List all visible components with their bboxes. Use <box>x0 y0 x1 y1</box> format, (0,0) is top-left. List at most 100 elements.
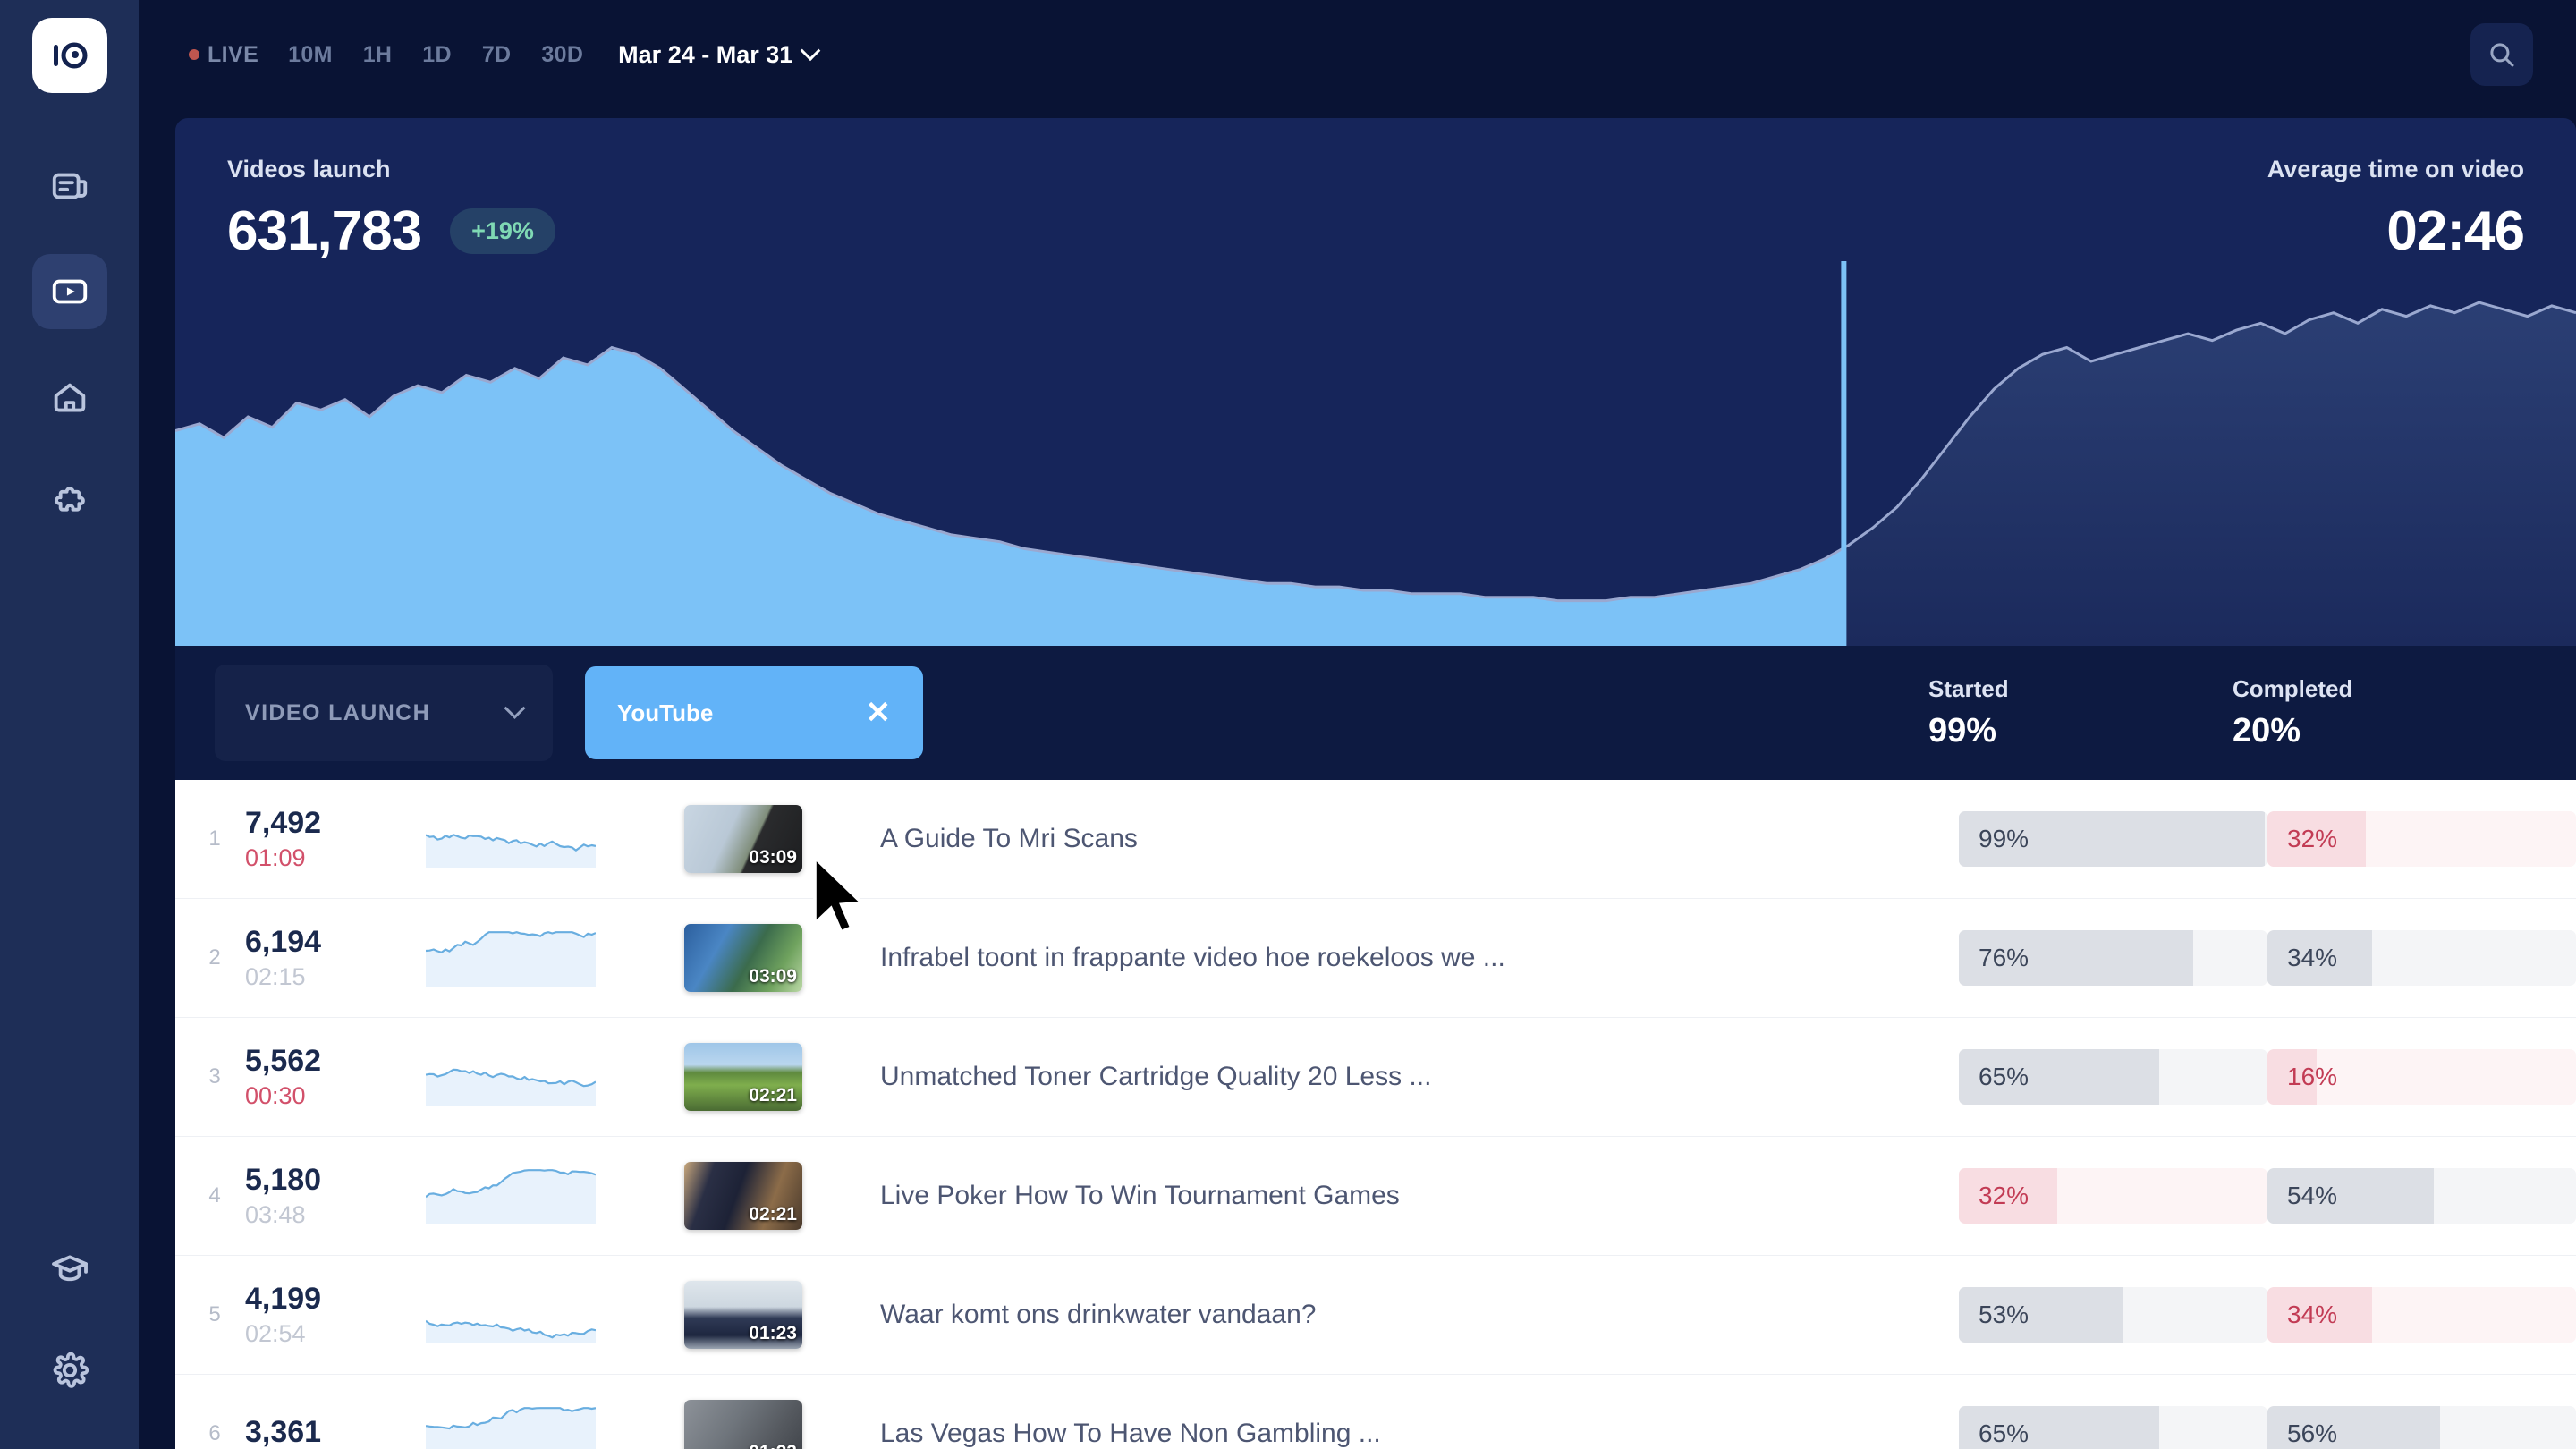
filter-tag-label: YouTube <box>617 699 714 726</box>
top-bar: LIVE 10M 1H 1D 7D 30D Mar 24 - Mar 31 <box>139 0 2576 109</box>
range-button-7d[interactable]: 7D <box>467 37 527 73</box>
row-duration: 03:48 <box>245 1201 306 1228</box>
filter-bar: VIDEO LAUNCH YouTube ✕ Started 99% Compl… <box>175 646 2576 780</box>
range-button-1h[interactable]: 1H <box>348 37 408 73</box>
brand-logo-icon[interactable] <box>31 18 107 93</box>
row-title[interactable]: Waar komt ons drinkwater vandaan? <box>855 1300 1959 1330</box>
sidebar-item-settings[interactable] <box>32 1333 107 1408</box>
stat-value: 631,783 <box>227 200 422 262</box>
sidebar-item-integrations[interactable] <box>32 465 107 540</box>
stat-label: Average time on video <box>2267 156 2524 182</box>
table-row[interactable]: 2 6,194 02:15 03:09 Infrabel toont in frappa… <box>175 899 2576 1018</box>
puzzle-piece-icon <box>54 487 85 512</box>
range-button-1d[interactable]: 1D <box>407 37 467 73</box>
row-started-value: 76% <box>1979 944 2029 971</box>
chevron-down-icon <box>504 697 526 719</box>
summary-started-value: 99% <box>1928 712 1997 750</box>
date-range-picker[interactable]: Mar 24 - Mar 31 <box>618 40 821 69</box>
mouse-cursor <box>813 854 866 935</box>
row-completed-value: 54% <box>2287 1182 2338 1209</box>
sidebar-item-home[interactable] <box>32 360 107 435</box>
thumbnail-duration: 02:21 <box>749 1204 797 1224</box>
row-completed-bar: 56% <box>2267 1406 2576 1449</box>
summary-started-header: Started <box>1928 675 2009 702</box>
live-indicator-dot <box>189 49 199 60</box>
table-row[interactable]: 6 3,361 01:23 Las Vegas How To Have Non Gam… <box>175 1375 2576 1449</box>
sparkline-chart <box>426 834 596 868</box>
sidebar-item-reports[interactable] <box>32 148 107 224</box>
row-sparkline <box>390 929 631 987</box>
row-title[interactable]: A Guide To Mri Scans <box>855 824 1959 854</box>
row-started-bar: 65% <box>1959 1406 2267 1449</box>
row-started-bar: 53% <box>1959 1287 2267 1343</box>
row-started-value: 99% <box>1979 825 2029 852</box>
row-completed-value: 16% <box>2287 1063 2338 1090</box>
video-thumbnail[interactable]: 01:23 <box>684 1281 802 1349</box>
row-title[interactable]: Infrabel toont in frappante video hoe ro… <box>855 943 1959 973</box>
stat-label: Videos launch <box>227 156 391 182</box>
metric-select[interactable]: VIDEO LAUNCH <box>215 665 553 761</box>
video-thumbnail[interactable]: 03:09 <box>684 924 802 992</box>
row-thumbnail-cell[interactable]: 02:21 <box>631 1043 855 1111</box>
row-started-value: 53% <box>1979 1301 2029 1328</box>
row-title[interactable]: Unmatched Toner Cartridge Quality 20 Les… <box>855 1062 1959 1092</box>
row-started-value: 65% <box>1979 1063 2029 1090</box>
row-title[interactable]: Las Vegas How To Have Non Gambling ... <box>855 1419 1959 1449</box>
table-row[interactable]: 1 7,492 01:09 03:09 A Guide To Mri Scans 99% 3… <box>175 780 2576 899</box>
live-label: LIVE <box>208 41 259 67</box>
sparkline-chart <box>426 1068 596 1106</box>
live-button[interactable]: LIVE <box>174 42 273 68</box>
row-thumbnail-cell[interactable]: 01:23 <box>631 1281 855 1349</box>
table-row[interactable]: 5 4,199 02:54 01:23 Waar komt ons drinkwater… <box>175 1256 2576 1375</box>
row-metrics: 6,194 02:15 <box>245 925 390 991</box>
thumbnail-duration: 02:21 <box>749 1085 797 1106</box>
row-completed-bar: 54% <box>2267 1168 2576 1224</box>
row-sparkline <box>390 810 631 868</box>
row-thumbnail-cell[interactable]: 01:23 <box>631 1400 855 1449</box>
time-range-selector: LIVE 10M 1H 1D 7D 30D Mar 24 - Mar 31 <box>174 37 821 73</box>
row-title[interactable]: Live Poker How To Win Tournament Games <box>855 1181 1959 1211</box>
video-thumbnail[interactable]: 02:21 <box>684 1162 802 1230</box>
filter-tag-youtube[interactable]: YouTube ✕ <box>585 666 923 759</box>
row-metrics: 5,562 00:30 <box>245 1044 390 1110</box>
stat-delta-badge: +19% <box>450 208 555 254</box>
range-button-30d[interactable]: 30D <box>526 37 598 73</box>
video-table: 1 7,492 01:09 03:09 A Guide To Mri Scans 99% 3… <box>175 780 2576 1449</box>
sidebar-item-academy[interactable] <box>32 1231 107 1306</box>
row-metrics: 3,361 <box>245 1415 390 1449</box>
range-button-10m[interactable]: 10M <box>273 37 348 73</box>
app-root: LIVE 10M 1H 1D 7D 30D Mar 24 - Mar 31 Vi… <box>0 0 2576 1449</box>
row-started-bar: 32% <box>1959 1168 2267 1224</box>
sidebar <box>0 0 139 1449</box>
row-duration: 02:15 <box>245 963 306 990</box>
table-row[interactable]: 4 5,180 03:48 02:21 Live Poker How To Win To… <box>175 1137 2576 1256</box>
video-thumbnail[interactable]: 03:09 <box>684 805 802 873</box>
row-count: 4,199 <box>245 1282 322 1316</box>
row-started-bar: 76% <box>1959 930 2267 986</box>
close-icon[interactable]: ✕ <box>866 698 892 728</box>
hero-panel: Videos launch 631,783 +19% Average time … <box>175 118 2576 646</box>
video-thumbnail[interactable]: 02:21 <box>684 1043 802 1111</box>
sidebar-bottom-nav <box>0 1231 139 1408</box>
summary-started: Started 99% <box>1928 675 2233 750</box>
row-rank: 2 <box>208 945 221 970</box>
row-rank: 5 <box>208 1302 221 1326</box>
row-completed-bar: 16% <box>2267 1049 2576 1105</box>
video-thumbnail[interactable]: 01:23 <box>684 1400 802 1449</box>
stat-videos-launch: Videos launch 631,783 +19% <box>227 156 555 263</box>
videos-launch-area-chart <box>175 261 2576 646</box>
search-button[interactable] <box>2470 23 2533 86</box>
row-completed-bar: 32% <box>2267 811 2576 867</box>
row-count: 7,492 <box>245 806 322 840</box>
table-row[interactable]: 3 5,562 00:30 02:21 Unmatched Toner Cartridg… <box>175 1018 2576 1137</box>
thumbnail-duration: 03:09 <box>749 847 797 868</box>
sparkline-chart <box>426 1407 596 1449</box>
sidebar-item-videos[interactable] <box>31 254 107 329</box>
row-thumbnail-cell[interactable]: 02:21 <box>631 1162 855 1230</box>
summary-completed-value: 20% <box>2233 712 2301 750</box>
row-rank: 4 <box>208 1183 221 1208</box>
search-icon <box>2490 43 2514 67</box>
row-started-bar: 99% <box>1959 811 2267 867</box>
row-completed-bar: 34% <box>2267 930 2576 986</box>
row-metrics: 7,492 01:09 <box>245 806 390 872</box>
